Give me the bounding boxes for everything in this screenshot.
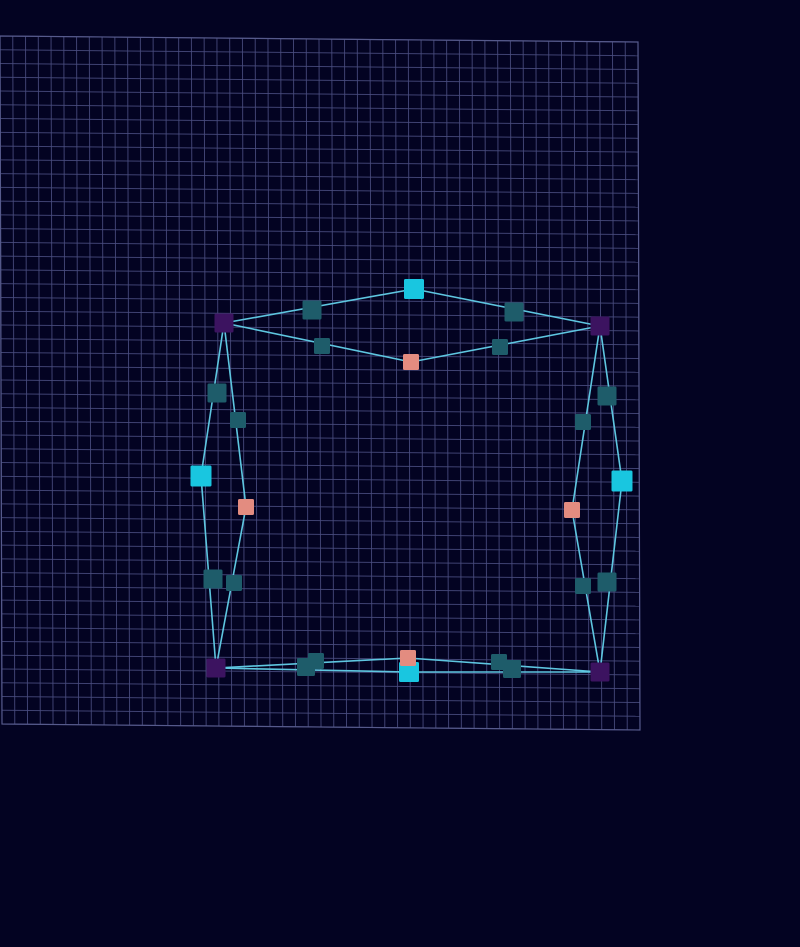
tangent-handle[interactable] xyxy=(308,653,324,669)
midpoint-handle[interactable] xyxy=(611,470,633,492)
perspective-grid xyxy=(0,35,641,731)
tangent-handle[interactable] xyxy=(314,338,330,354)
corner-handle[interactable] xyxy=(206,658,226,678)
midpoint-handle[interactable] xyxy=(190,465,212,487)
corner-handle[interactable] xyxy=(590,316,610,336)
tangent-handle[interactable] xyxy=(597,572,617,592)
tangent-handle[interactable] xyxy=(597,386,617,406)
tangent-handle[interactable] xyxy=(575,414,591,430)
warp-editor-canvas[interactable] xyxy=(0,0,800,947)
tangent-handle[interactable] xyxy=(226,575,242,591)
corner-handle[interactable] xyxy=(214,313,234,333)
tangent-handle[interactable] xyxy=(575,578,591,594)
midpoint-handle[interactable] xyxy=(404,279,424,299)
tangent-handle[interactable] xyxy=(504,302,524,322)
inner-midpoint-handle[interactable] xyxy=(238,499,254,515)
tangent-handle[interactable] xyxy=(230,412,246,428)
warp-editor-viewport[interactable] xyxy=(0,0,800,947)
tangent-handle[interactable] xyxy=(492,339,508,355)
inner-midpoint-handle[interactable] xyxy=(403,354,419,370)
corner-handle[interactable] xyxy=(590,662,610,682)
tangent-handle[interactable] xyxy=(491,654,507,670)
tangent-handle[interactable] xyxy=(207,383,227,403)
tangent-handle[interactable] xyxy=(203,569,223,589)
inner-midpoint-handle[interactable] xyxy=(564,502,580,518)
inner-midpoint-handle[interactable] xyxy=(400,650,416,666)
tangent-handle[interactable] xyxy=(302,300,322,320)
